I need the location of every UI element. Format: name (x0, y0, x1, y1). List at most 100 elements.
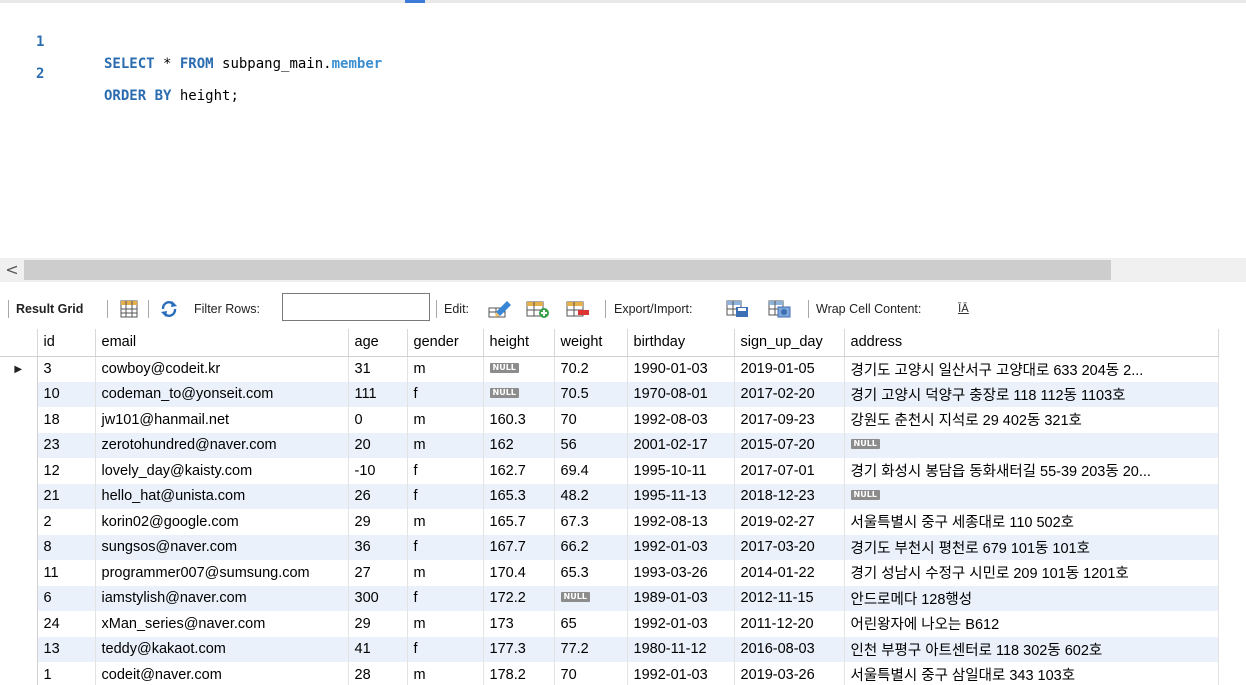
row-indicator[interactable] (0, 458, 38, 484)
table-row[interactable]: 12 lovely_day@kaisty.com -10 f 162.7 69.4 1995… (0, 458, 1219, 484)
code-text[interactable]: SELECT * FROM subpang_main.member (104, 53, 382, 75)
cell-gender[interactable]: m (407, 560, 484, 586)
cell-gender[interactable]: m (407, 509, 484, 535)
cell-height[interactable]: 162.7 (483, 458, 555, 484)
row-indicator-header[interactable] (0, 329, 38, 357)
cell-id[interactable]: 23 (37, 432, 96, 458)
cell-birthday[interactable]: 1992-08-13 (627, 509, 735, 535)
column-header-height[interactable]: height (483, 329, 555, 357)
cell-age[interactable]: 36 (348, 534, 408, 560)
cell-sign-up-day[interactable]: 2014-01-22 (734, 560, 845, 586)
cell-height[interactable]: 165.7 (483, 509, 555, 535)
cell-weight[interactable]: 69.4 (554, 458, 628, 484)
row-indicator[interactable] (0, 432, 38, 458)
cell-age[interactable]: -10 (348, 458, 408, 484)
cell-email[interactable]: cowboy@codeit.kr (95, 356, 349, 382)
row-indicator[interactable] (0, 381, 38, 407)
table-row[interactable]: 8 sungsos@naver.com 36 f 167.7 66.2 1992-01-03… (0, 534, 1219, 560)
cell-age[interactable]: 20 (348, 432, 408, 458)
table-row[interactable]: 1 codeit@naver.com 28 m 178.2 70 1992-01-03 201… (0, 662, 1219, 685)
cell-birthday[interactable]: 1993-03-26 (627, 560, 735, 586)
cell-height[interactable]: 170.4 (483, 560, 555, 586)
column-header-sign-up-day[interactable]: sign_up_day (734, 329, 845, 357)
result-grid[interactable]: id email age gender height weight birthday sign… (0, 329, 1246, 685)
column-header-email[interactable]: email (95, 329, 349, 357)
cell-weight[interactable]: 56 (554, 432, 628, 458)
cell-birthday[interactable]: 1989-01-03 (627, 585, 735, 611)
cell-birthday[interactable]: 1992-08-03 (627, 407, 735, 433)
cell-age[interactable]: 31 (348, 356, 408, 382)
cell-gender[interactable]: m (407, 356, 484, 382)
cell-birthday[interactable]: 1995-11-13 (627, 483, 735, 509)
cell-id[interactable]: 6 (37, 585, 96, 611)
cell-height[interactable]: 162 (483, 432, 555, 458)
export-icon[interactable] (726, 300, 750, 318)
cell-height[interactable]: 178.2 (483, 662, 555, 685)
scroll-left-arrow-icon[interactable]: < (3, 261, 21, 279)
cell-age[interactable]: 111 (348, 381, 408, 407)
cell-weight[interactable]: 66.2 (554, 534, 628, 560)
cell-email[interactable]: xMan_series@naver.com (95, 611, 349, 637)
table-row[interactable]: 13 teddy@kakaot.com 41 f 177.3 77.2 1980-11-12… (0, 636, 1219, 662)
cell-id[interactable]: 1 (37, 662, 96, 685)
add-row-icon[interactable] (526, 300, 550, 318)
cell-id[interactable]: 10 (37, 381, 96, 407)
cell-gender[interactable]: m (407, 432, 484, 458)
cell-gender[interactable]: m (407, 662, 484, 685)
cell-gender[interactable]: m (407, 407, 484, 433)
cell-gender[interactable]: m (407, 611, 484, 637)
cell-weight[interactable]: 70.2 (554, 356, 628, 382)
cell-age[interactable]: 27 (348, 560, 408, 586)
cell-height[interactable]: 165.3 (483, 483, 555, 509)
row-indicator[interactable] (0, 560, 38, 586)
cell-gender[interactable]: f (407, 483, 484, 509)
cell-birthday[interactable]: 1992-01-03 (627, 534, 735, 560)
cell-id[interactable]: 18 (37, 407, 96, 433)
cell-sign-up-day[interactable]: 2019-01-05 (734, 356, 845, 382)
cell-birthday[interactable]: 1992-01-03 (627, 662, 735, 685)
table-row[interactable]: 11 programmer007@sumsung.com 27 m 170.4 65.3 1… (0, 560, 1219, 586)
cell-address[interactable]: 강원도 춘천시 지석로 29 402동 321호 (844, 407, 1219, 433)
cell-sign-up-day[interactable]: 2017-07-01 (734, 458, 845, 484)
column-header-birthday[interactable]: birthday (627, 329, 735, 357)
cell-sign-up-day[interactable]: 2016-08-03 (734, 636, 845, 662)
cell-email[interactable]: hello_hat@unista.com (95, 483, 349, 509)
wrap-cell-content-icon[interactable]: ĪĀ (958, 292, 969, 326)
cell-weight[interactable]: 70 (554, 662, 628, 685)
cell-birthday[interactable]: 1992-01-03 (627, 611, 735, 637)
table-row[interactable]: 23 zerotohundred@naver.com 20 m 162 56 2001-02… (0, 432, 1219, 458)
sql-editor[interactable]: 1 SELECT * FROM subpang_main.member 2 OR… (0, 0, 1246, 258)
import-icon[interactable] (768, 300, 792, 318)
cell-address[interactable]: 안드로메다 128행성 (844, 585, 1219, 611)
cell-birthday[interactable]: 1980-11-12 (627, 636, 735, 662)
cell-id[interactable]: 21 (37, 483, 96, 509)
cell-age[interactable]: 28 (348, 662, 408, 685)
cell-sign-up-day[interactable]: 2018-12-23 (734, 483, 845, 509)
cell-weight[interactable]: 48.2 (554, 483, 628, 509)
column-header-id[interactable]: id (37, 329, 96, 357)
cell-email[interactable]: zerotohundred@naver.com (95, 432, 349, 458)
cell-weight[interactable]: 67.3 (554, 509, 628, 535)
row-indicator[interactable] (0, 585, 38, 611)
table-row[interactable]: 10 codeman_to@yonseit.com 111 f NULL 70.5 1970… (0, 381, 1219, 407)
cell-email[interactable]: sungsos@naver.com (95, 534, 349, 560)
table-row[interactable]: 18 jw101@hanmail.net 0 m 160.3 70 1992-08-03 20… (0, 407, 1219, 433)
cell-address[interactable]: 서울특별시 중구 삼일대로 343 103호 (844, 662, 1219, 685)
cell-birthday[interactable]: 2001-02-17 (627, 432, 735, 458)
cell-gender[interactable]: f (407, 381, 484, 407)
filter-rows-input[interactable] (282, 293, 430, 321)
cell-height[interactable]: 160.3 (483, 407, 555, 433)
cell-weight[interactable]: 70 (554, 407, 628, 433)
cell-birthday[interactable]: 1970-08-01 (627, 381, 735, 407)
table-row[interactable]: 2 korin02@google.com 29 m 165.7 67.3 1992-08-1… (0, 509, 1219, 535)
result-grid-tab[interactable]: Result Grid (16, 292, 83, 326)
cell-weight[interactable]: NULL (554, 585, 628, 611)
current-row-indicator-icon[interactable]: ▶ (0, 356, 38, 382)
table-row[interactable]: 21 hello_hat@unista.com 26 f 165.3 48.2 1995-1… (0, 483, 1219, 509)
cell-birthday[interactable]: 1995-10-11 (627, 458, 735, 484)
cell-email[interactable]: codeman_to@yonseit.com (95, 381, 349, 407)
cell-sign-up-day[interactable]: 2011-12-20 (734, 611, 845, 637)
cell-address[interactable]: 서울특별시 중구 세종대로 110 502호 (844, 509, 1219, 535)
row-indicator[interactable] (0, 611, 38, 637)
cell-height[interactable]: 177.3 (483, 636, 555, 662)
